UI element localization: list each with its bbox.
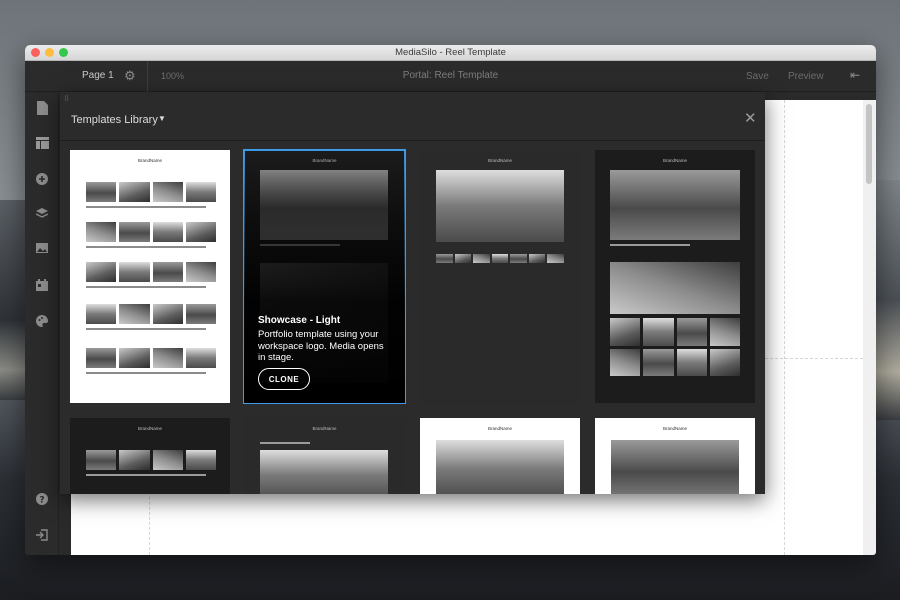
thumbnail-row <box>86 262 216 282</box>
template-brand-name: BrandName <box>487 426 512 431</box>
save-button[interactable]: Save <box>746 71 769 82</box>
templates-library-panel: ⠿ Templates Library ▼ ✕ BrandName BrandN… <box>60 92 765 494</box>
svg-text:?: ? <box>39 495 44 505</box>
hover-overlay <box>244 150 405 403</box>
help-icon[interactable]: ? <box>35 493 49 507</box>
template-thumbnail <box>260 450 388 494</box>
window-title: MediaSilo - Reel Template <box>395 47 506 58</box>
title-bar: MediaSilo - Reel Template <box>25 45 876 61</box>
template-thumbnail <box>610 170 740 240</box>
layout-icon[interactable] <box>35 137 49 151</box>
thumbnail-row <box>86 182 216 202</box>
template-brand-name: BrandName <box>662 158 687 163</box>
close-window-button[interactable] <box>31 48 40 57</box>
maximize-window-button[interactable] <box>59 48 68 57</box>
template-thumbnail <box>436 440 564 494</box>
add-icon[interactable] <box>35 173 49 187</box>
guide-line <box>784 100 785 555</box>
close-icon[interactable]: ✕ <box>744 111 757 126</box>
drag-handle[interactable]: ⠿ <box>64 95 69 103</box>
palette-icon[interactable] <box>35 315 49 329</box>
clone-button[interactable]: CLONE <box>258 368 310 390</box>
panel-divider <box>60 140 765 141</box>
thumbnail-row <box>86 348 216 368</box>
template-brand-name: BrandName <box>137 426 162 431</box>
template-card[interactable]: BrandName <box>70 150 230 403</box>
scrollbar-thumb[interactable] <box>866 104 872 184</box>
template-card-showcase-light[interactable]: BrandName Showcase - Light Portfolio tem… <box>243 149 406 404</box>
calendar-icon[interactable] <box>35 279 49 293</box>
preview-button[interactable]: Preview <box>788 71 824 82</box>
thumbnail-grid <box>610 318 740 376</box>
left-toolbar: ? <box>25 93 59 555</box>
thumbnail-row <box>86 304 216 324</box>
thumbnail-strip <box>436 254 564 263</box>
template-card[interactable]: BrandName <box>244 418 405 494</box>
template-brand-name: BrandName <box>487 158 512 163</box>
chevron-down-icon[interactable]: ▼ <box>158 114 166 123</box>
template-card[interactable]: BrandName <box>595 150 755 403</box>
template-thumbnail <box>436 170 564 242</box>
logout-icon[interactable] <box>35 529 49 543</box>
template-thumbnail <box>610 262 740 314</box>
window-controls <box>31 48 68 57</box>
thumbnail-row <box>86 450 216 470</box>
template-title: Showcase - Light <box>258 315 341 326</box>
template-card[interactable]: BrandName <box>420 418 580 494</box>
editor-toolbar: Page 1 ⚙ 100% Portal: Reel Template Save… <box>25 61 876 92</box>
canvas-scrollbar[interactable] <box>863 100 876 555</box>
library-title-dropdown[interactable]: Templates Library <box>71 114 158 126</box>
exit-icon[interactable]: ⇤ <box>850 68 860 82</box>
template-brand-name: BrandName <box>312 426 337 431</box>
template-card[interactable]: BrandName <box>595 418 755 494</box>
template-description: Portfolio template using your workspace … <box>258 329 384 363</box>
template-thumbnail <box>611 440 739 494</box>
layers-icon[interactable] <box>35 207 49 221</box>
page-icon[interactable] <box>35 101 49 115</box>
image-icon[interactable] <box>35 243 49 257</box>
template-brand-name: BrandName <box>137 158 162 163</box>
template-card[interactable]: BrandName <box>70 418 230 494</box>
template-card[interactable]: BrandName <box>420 150 580 403</box>
minimize-window-button[interactable] <box>45 48 54 57</box>
thumbnail-row <box>86 222 216 242</box>
template-brand-name: BrandName <box>662 426 687 431</box>
